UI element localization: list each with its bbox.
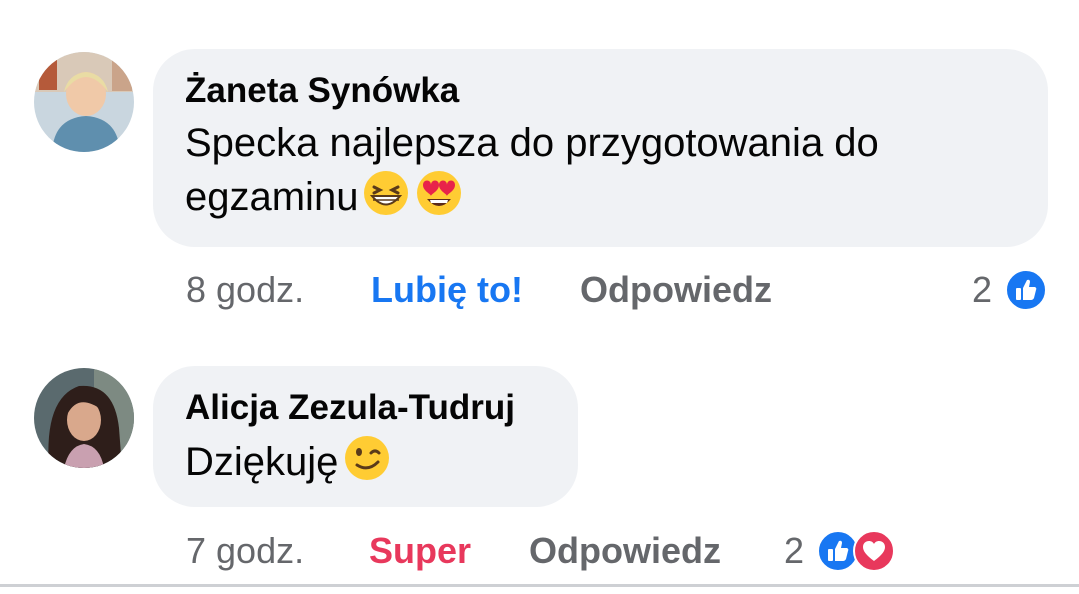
heart-eyes-face-icon — [414, 169, 464, 230]
heart-icon[interactable] — [852, 529, 896, 586]
comment-text-body: Specka najlepsza do przygotowania do egz… — [185, 121, 879, 220]
comment-actions: 8 godz. Lubię to! Odpowiedz 2 — [186, 265, 1056, 315]
avatar[interactable] — [34, 52, 134, 152]
divider — [0, 584, 1079, 587]
super-reaction-button[interactable]: Super — [369, 526, 471, 576]
reply-button[interactable]: Odpowiedz — [529, 526, 721, 576]
comment-text: Specka najlepsza do przygotowania do egz… — [185, 117, 1016, 230]
comment-actions: 7 godz. Super Odpowiedz 2 — [186, 526, 906, 576]
like-icon[interactable] — [1004, 268, 1048, 325]
grinning-squinting-face-icon — [362, 169, 410, 230]
comment-timestamp[interactable]: 8 godz. — [186, 265, 304, 315]
reply-button[interactable]: Odpowiedz — [580, 265, 772, 315]
reaction-count[interactable]: 2 — [972, 265, 992, 315]
avatar[interactable] — [34, 368, 134, 468]
winking-face-icon — [342, 434, 392, 495]
comment-bubble: Alicja Zezula-Tudruj Dziękuję — [153, 366, 578, 507]
comment-timestamp[interactable]: 7 godz. — [186, 526, 304, 576]
like-button[interactable]: Lubię to! — [371, 265, 523, 315]
comment-bubble: Żaneta Synówka Specka najlepsza do przyg… — [153, 49, 1048, 247]
comment-author[interactable]: Alicja Zezula-Tudruj — [185, 388, 546, 428]
comment-author[interactable]: Żaneta Synówka — [185, 71, 1016, 111]
comment-text-body: Dziękuję — [185, 440, 339, 485]
comment-text: Dziękuję — [185, 434, 546, 495]
reaction-count[interactable]: 2 — [784, 526, 804, 576]
